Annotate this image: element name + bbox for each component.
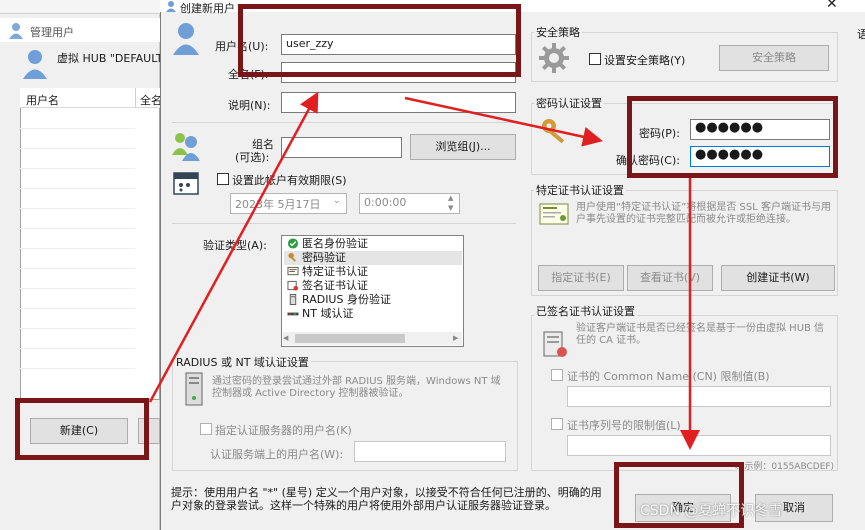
arrow-username-to-password bbox=[404, 96, 603, 147]
arrow-new-to-username bbox=[148, 91, 319, 403]
annotation-arrows bbox=[148, 91, 700, 450]
watermark: CSDN @夏蝉不识冬雪 bbox=[640, 503, 783, 519]
